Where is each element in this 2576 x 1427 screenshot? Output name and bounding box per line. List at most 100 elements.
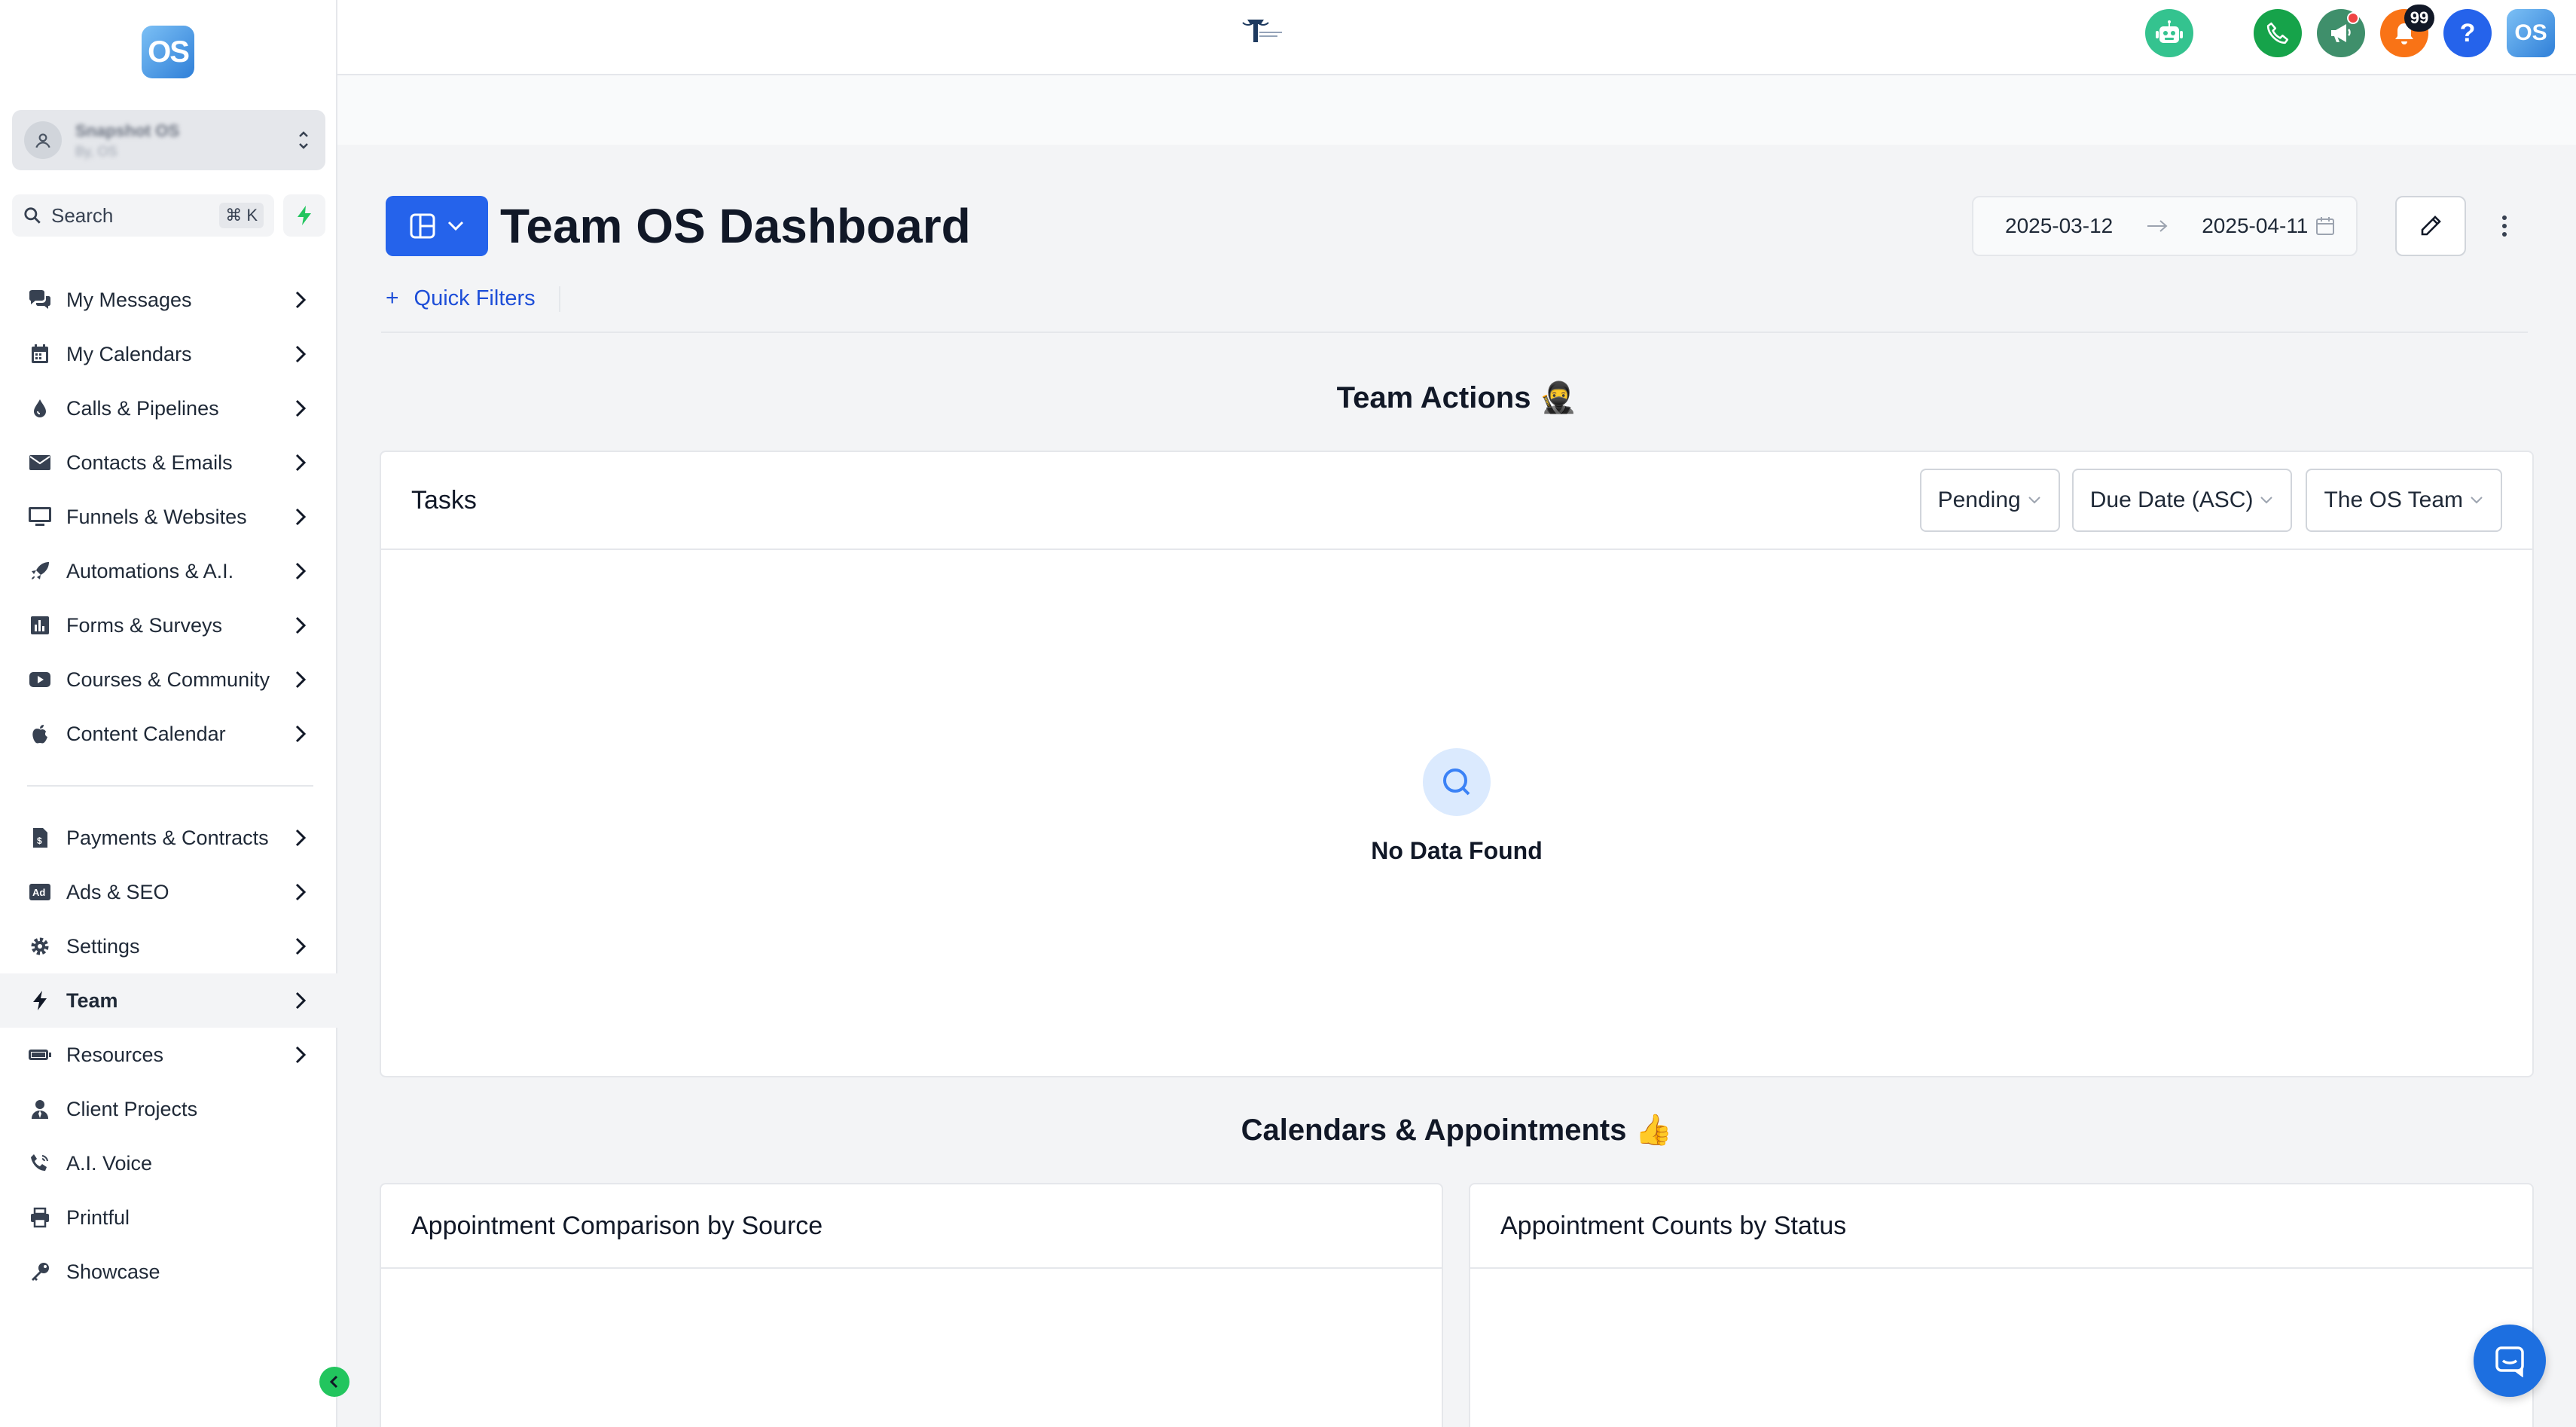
sidebar-item-payments-contracts[interactable]: $ Payments & Contracts: [0, 811, 337, 865]
account-subtitle: By, OS: [75, 143, 118, 159]
tasks-empty-state: No Data Found: [381, 550, 2532, 1062]
chevron-right-icon: [291, 1045, 310, 1065]
sidebar-item-showcase[interactable]: Showcase: [0, 1245, 337, 1299]
sidebar-item-label: Automations & A.I.: [66, 559, 234, 582]
sidebar-item-label: Forms & Surveys: [66, 613, 223, 637]
battery-icon: [27, 1042, 53, 1068]
droplet-icon: [27, 396, 53, 421]
chevron-right-icon: [291, 453, 310, 472]
nav-primary: My Messages My Calendars Calls & Pipelin…: [0, 273, 337, 761]
notifications-button[interactable]: 99: [2380, 5, 2434, 57]
brand-logo-icon: [1232, 17, 1285, 47]
edit-dashboard-button[interactable]: [2395, 196, 2466, 256]
chevron-right-icon: [291, 507, 310, 527]
chat-bubbles-icon: [27, 287, 53, 313]
account-name: Snapshot OS: [75, 121, 180, 140]
sidebar-item-ads-seo[interactable]: Ad Ads & SEO: [0, 865, 337, 919]
logo-text: OS: [148, 35, 190, 69]
sort-value: Due Date (ASC): [2089, 487, 2254, 512]
dashboard-switcher-button[interactable]: [386, 196, 488, 256]
team-filter-select[interactable]: The OS Team: [2306, 469, 2502, 532]
svg-text:Ad: Ad: [32, 887, 45, 898]
sidebar-divider: [27, 785, 313, 787]
chevron-down-icon: [2259, 495, 2274, 506]
calendar-icon: [27, 341, 53, 367]
tasks-card: Tasks Pending Due Date (ASC) The OS Team…: [380, 451, 2534, 1077]
chevron-right-icon: [291, 290, 310, 310]
app-logo[interactable]: OS: [142, 26, 194, 78]
quick-filters-separator: [559, 286, 560, 312]
chevron-right-icon: [291, 616, 310, 635]
envelope-icon: [27, 450, 53, 475]
search-label: Search: [51, 203, 114, 227]
sidebar-item-label: Contacts & Emails: [66, 451, 233, 474]
help-button[interactable]: ?: [2443, 9, 2492, 57]
search-input[interactable]: Search ⌘ K: [12, 194, 274, 237]
sidebar-item-team[interactable]: Team: [0, 973, 337, 1028]
plus-icon: +: [386, 286, 399, 310]
user-tie-icon: [27, 1096, 53, 1122]
sidebar-item-content-calendar[interactable]: Content Calendar: [0, 707, 337, 761]
chevron-down-icon: [2469, 495, 2484, 506]
sidebar-item-resources[interactable]: Resources: [0, 1028, 337, 1082]
sidebar-item-my-messages[interactable]: My Messages: [0, 273, 337, 327]
sidebar-item-my-calendars[interactable]: My Calendars: [0, 327, 337, 381]
quick-filters-button[interactable]: + Quick Filters: [386, 283, 536, 313]
account-switcher[interactable]: Snapshot OS By, OS: [12, 110, 325, 170]
sidebar-item-label: Client Projects: [66, 1097, 198, 1120]
bolt-icon: [27, 988, 53, 1013]
top-icons: 99 ? OS: [2130, 5, 2555, 57]
gear-icon: [27, 934, 53, 959]
quick-action-button[interactable]: [283, 194, 325, 237]
calendar-icon: [2315, 216, 2335, 236]
phone-icon: [2266, 22, 2289, 44]
chat-support-button[interactable]: [2474, 1325, 2546, 1397]
appointment-comparison-header: Appointment Comparison by Source: [381, 1184, 1442, 1269]
team-filter-value: The OS Team: [2324, 487, 2463, 512]
sidebar-item-calls-pipelines[interactable]: Calls & Pipelines: [0, 381, 337, 435]
sidebar: OS Snapshot OS By, OS Search ⌘ K My Mess…: [0, 0, 349, 1427]
search-row: Search ⌘ K: [12, 194, 325, 237]
phone-volume-icon: [27, 1150, 53, 1176]
subheader-band: [337, 75, 2576, 145]
date-range-picker[interactable]: 2025-03-12 2025-04-11: [1972, 196, 2358, 256]
robot-icon: [2156, 20, 2183, 43]
appointment-comparison-title: Appointment Comparison by Source: [411, 1211, 823, 1240]
sidebar-item-label: A.I. Voice: [66, 1151, 153, 1175]
arrow-right-icon: [2146, 218, 2169, 234]
more-options-icon[interactable]: [2493, 211, 2516, 241]
sidebar-item-courses-community[interactable]: Courses & Community: [0, 652, 337, 707]
chevron-right-icon: [291, 882, 310, 902]
status-filter-select[interactable]: Pending: [1919, 469, 2060, 532]
sidebar-item-automations-ai[interactable]: Automations & A.I.: [0, 544, 337, 598]
chevron-right-icon: [291, 828, 310, 848]
sidebar-item-ai-voice[interactable]: A.I. Voice: [0, 1136, 337, 1190]
profile-avatar[interactable]: OS: [2507, 9, 2555, 57]
chevron-right-icon: [291, 991, 310, 1010]
printer-icon: [27, 1205, 53, 1230]
sort-select[interactable]: Due Date (ASC): [2071, 469, 2293, 532]
ai-assistant-button[interactable]: [2145, 9, 2193, 57]
sidebar-item-label: Showcase: [66, 1260, 160, 1283]
avatar-text: OS: [2514, 20, 2547, 45]
sidebar-item-forms-surveys[interactable]: Forms & Surveys: [0, 598, 337, 652]
sidebar-item-client-projects[interactable]: Client Projects: [0, 1082, 337, 1136]
account-avatar-icon: [24, 121, 62, 159]
phone-button[interactable]: [2254, 9, 2302, 57]
sidebar-item-settings[interactable]: Settings: [0, 919, 337, 973]
date-start: 2025-03-12: [2005, 214, 2114, 237]
pencil-icon: [2421, 215, 2441, 236]
sidebar-item-printful[interactable]: Printful: [0, 1190, 337, 1245]
appointment-status-header: Appointment Counts by Status: [1470, 1184, 2532, 1269]
chat-icon: [2495, 1346, 2524, 1377]
sidebar-item-label: Ads & SEO: [66, 880, 169, 903]
sidebar-item-funnels-websites[interactable]: Funnels & Websites: [0, 490, 337, 544]
rocket-icon: [27, 558, 53, 584]
chevron-right-icon: [291, 670, 310, 689]
sidebar-item-contacts-emails[interactable]: Contacts & Emails: [0, 435, 337, 490]
announcements-button[interactable]: [2317, 9, 2365, 57]
tasks-card-header: Tasks Pending Due Date (ASC) The OS Team: [381, 452, 2532, 550]
sidebar-item-label: Printful: [66, 1205, 130, 1229]
collapse-sidebar-button[interactable]: [319, 1367, 349, 1397]
empty-state-text: No Data Found: [1371, 836, 1543, 864]
